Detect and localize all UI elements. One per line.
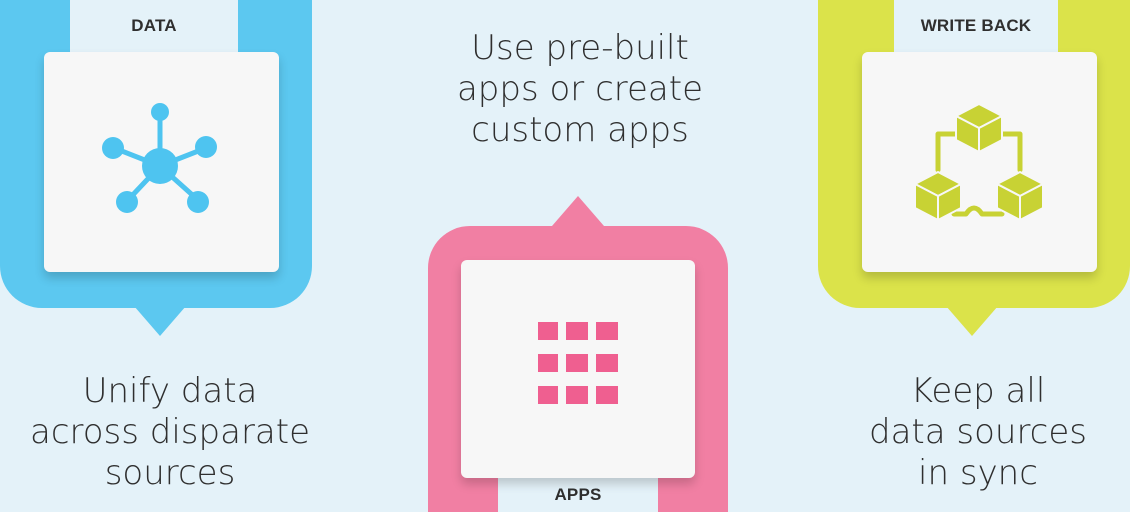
data-caption-line-3: sources xyxy=(104,453,236,493)
apps-caption-line-1: Use pre-built xyxy=(471,28,689,68)
write-back-card: WRITE BACK xyxy=(818,0,1130,340)
apps-card-label: APPS xyxy=(498,478,658,512)
data-card-panel xyxy=(44,52,279,272)
write-back-caption-line-2: data sources xyxy=(868,412,1087,452)
write-back-card-panel xyxy=(862,52,1097,272)
data-card: DATA xyxy=(0,0,312,340)
apps-card: APPS xyxy=(428,226,728,512)
write-back-caption-line-1: Keep all xyxy=(910,371,1046,411)
apps-card-pointer xyxy=(552,196,604,226)
data-card-pointer xyxy=(134,306,186,336)
data-caption-line-2: across disparate xyxy=(29,412,311,452)
app-grid-icon xyxy=(538,322,618,404)
apps-caption-line-2: apps or create xyxy=(456,69,704,109)
write-back-card-label: WRITE BACK xyxy=(894,0,1058,52)
hub-network-icon xyxy=(102,103,217,213)
write-back-caption: Keep all data sources in sync xyxy=(828,371,1128,494)
apps-caption-line-3: custom apps xyxy=(471,110,689,150)
data-caption: Unify data across disparate sources xyxy=(20,371,320,494)
data-caption-line-1: Unify data xyxy=(82,371,258,411)
apps-caption: Use pre-built apps or create custom apps xyxy=(430,28,730,151)
apps-card-panel xyxy=(461,260,695,478)
linked-cubes-icon xyxy=(914,103,1044,221)
write-back-caption-line-3: in sync xyxy=(918,453,1038,493)
write-back-card-pointer xyxy=(946,306,998,336)
data-card-label: DATA xyxy=(70,0,238,52)
